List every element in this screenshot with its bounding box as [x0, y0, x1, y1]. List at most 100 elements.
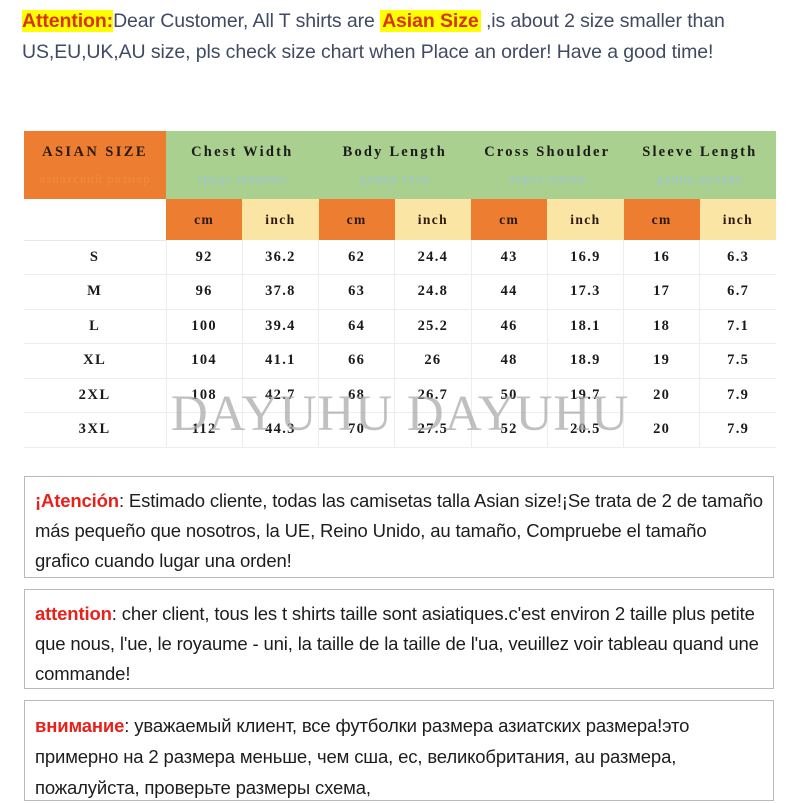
measure-cell-cm: 43: [471, 240, 548, 275]
measure-cell-cm: 44: [471, 274, 548, 310]
attention-highlight-label: Attention:: [22, 10, 114, 32]
measure-cell-cm: 68: [318, 378, 396, 413]
table-header-unit-inch-2: inch: [242, 199, 319, 240]
measure-cell-cm: 63: [318, 274, 396, 310]
measure-cell-cm: 17: [623, 274, 701, 310]
measure-cell-cm: 96: [166, 274, 243, 310]
size-chart-table-wrap: ASIAN SIZE азиатский размер Chest Width гру…: [24, 131, 777, 448]
measure-cell-cm: 100: [166, 309, 243, 344]
table-header-group-2: Body Length длина тела: [318, 131, 472, 199]
measure-cell-cm: 50: [471, 378, 548, 413]
measure-cell-cm: 48: [471, 343, 548, 379]
measure-cell-cm: 20: [623, 412, 701, 448]
size-label-cell: 3XL: [24, 412, 167, 448]
size-label-cell: S: [24, 240, 167, 275]
note-lead-spanish: ¡Atención: [35, 490, 119, 511]
top-attention-notice: Attention:Dear Customer, All T shirts ar…: [22, 6, 782, 68]
notice-text-part1: Dear Customer, All T shirts are: [113, 10, 381, 32]
table-header-unit-row: cm inch cm inch cm inch cm inch: [24, 199, 777, 241]
note-box-spanish: ¡Atención: Estimado cliente, todas las c…: [24, 476, 774, 578]
note-lead-french: attention: [35, 603, 112, 624]
note-box-french: attention: cher client, tous les t shirt…: [24, 589, 774, 689]
measure-cell-cm: 104: [166, 343, 243, 379]
header-ru-label: азиатский размер: [39, 171, 151, 186]
note-lead-russian: внимание: [35, 715, 125, 736]
table-row: 3XL 112 44.3 70 27.5 52 20.5 20 7.9: [24, 412, 777, 448]
table-row: XL 104 41.1 66 26 48 18.9 19 7.5: [24, 343, 777, 379]
header-ru-label: длина тела: [359, 171, 431, 186]
measure-cell-cm: 92: [166, 240, 243, 275]
measure-cell-inch: 44.3: [242, 412, 320, 448]
table-header-unit-cm-7: cm: [623, 199, 700, 240]
measure-cell-inch: 7.1: [699, 309, 777, 344]
measure-cell-inch: 7.9: [699, 378, 777, 413]
table-row: L 100 39.4 64 25.2 46 18.1 18 7.1: [24, 309, 777, 344]
measure-cell-inch: 18.9: [547, 343, 625, 379]
measure-cell-inch: 18.1: [547, 309, 625, 344]
measure-cell-inch: 36.2: [242, 240, 320, 275]
header-en-label: ASIAN SIZE: [42, 143, 148, 160]
table-header-unit-inch-4: inch: [394, 199, 472, 240]
measure-cell-cm: 70: [318, 412, 396, 448]
table-header-unit-inch-8: inch: [699, 199, 777, 240]
measure-cell-cm: 52: [471, 412, 548, 448]
measure-cell-cm: 16: [623, 240, 701, 275]
size-label-cell: L: [24, 309, 167, 344]
size-label-cell: XL: [24, 343, 167, 379]
measure-cell-inch: 7.5: [699, 343, 777, 379]
measure-cell-cm: 19: [623, 343, 701, 379]
header-en-label: Body Length: [342, 143, 447, 160]
table-row: S 92 36.2 62 24.4 43 16.9 16 6.3: [24, 240, 777, 275]
measure-cell-inch: 37.8: [242, 274, 320, 310]
table-row: 2XL 108 42.7 68 26.7 50 19.7 20 7.9: [24, 378, 777, 413]
table-header-asian-size: ASIAN SIZE азиатский размер: [24, 131, 166, 199]
size-chart-body: ASIAN SIZE азиатский размер Chest Width гру…: [24, 131, 777, 448]
table-header-unit-inch-6: inch: [547, 199, 624, 240]
measure-cell-inch: 24.8: [394, 274, 472, 310]
header-ru-label: через плечо: [508, 171, 587, 186]
measure-cell-inch: 25.2: [394, 309, 472, 344]
header-ru-label: длина рукава: [656, 171, 744, 186]
table-header-group-1: Chest Width грудь ширина: [166, 131, 319, 199]
measure-cell-inch: 7.9: [699, 412, 777, 448]
measure-cell-inch: 20.5: [547, 412, 625, 448]
note-body-french: : cher client, tous les t shirts taille …: [35, 603, 759, 684]
measure-cell-inch: 41.1: [242, 343, 320, 379]
measure-cell-inch: 26: [394, 343, 472, 379]
measure-cell-cm: 18: [623, 309, 701, 344]
measure-cell-inch: 27.5: [394, 412, 472, 448]
measure-cell-inch: 39.4: [242, 309, 320, 344]
header-en-label: Sleeve Length: [642, 143, 758, 160]
table-header-group-row: ASIAN SIZE азиатский размер Chest Width гру…: [24, 131, 777, 199]
header-ru-label: грудь ширина: [197, 171, 288, 186]
note-body-spanish: : Estimado cliente, todas las camisetas …: [35, 490, 763, 571]
measure-cell-cm: 20: [623, 378, 701, 413]
table-header-unit-cm-5: cm: [471, 199, 548, 240]
table-header-group-4: Sleeve Length длина рукава: [623, 131, 777, 199]
measure-cell-inch: 6.3: [699, 240, 777, 275]
measure-cell-cm: 66: [318, 343, 396, 379]
table-row: M 96 37.8 63 24.8 44 17.3 17 6.7: [24, 274, 777, 310]
measure-cell-cm: 112: [166, 412, 243, 448]
table-header-unit-cm-1: cm: [166, 199, 243, 240]
table-header-group-3: Cross Shoulder через плечо: [471, 131, 624, 199]
table-header-unit-blank: [24, 199, 166, 241]
measure-cell-cm: 108: [166, 378, 243, 413]
size-label-cell: M: [24, 274, 167, 310]
measure-cell-cm: 62: [318, 240, 396, 275]
measure-cell-inch: 6.7: [699, 274, 777, 310]
measure-cell-inch: 16.9: [547, 240, 625, 275]
note-body-russian: : уважаемый клиент, все футболки размера…: [35, 715, 690, 798]
size-label-cell: 2XL: [24, 378, 167, 413]
measure-cell-cm: 46: [471, 309, 548, 344]
measure-cell-inch: 42.7: [242, 378, 320, 413]
note-box-russian: внимание: уважаемый клиент, все футболки…: [24, 700, 774, 801]
size-chart-table: ASIAN SIZE азиатский размер Chest Width гру…: [24, 131, 777, 448]
measure-cell-inch: 24.4: [394, 240, 472, 275]
measure-cell-inch: 19.7: [547, 378, 625, 413]
header-en-label: Cross Shoulder: [484, 143, 611, 160]
table-header-unit-cm-3: cm: [318, 199, 395, 240]
measure-cell-cm: 64: [318, 309, 396, 344]
measure-cell-inch: 17.3: [547, 274, 625, 310]
size-chart-page: Attention:Dear Customer, All T shirts ar…: [0, 0, 800, 801]
